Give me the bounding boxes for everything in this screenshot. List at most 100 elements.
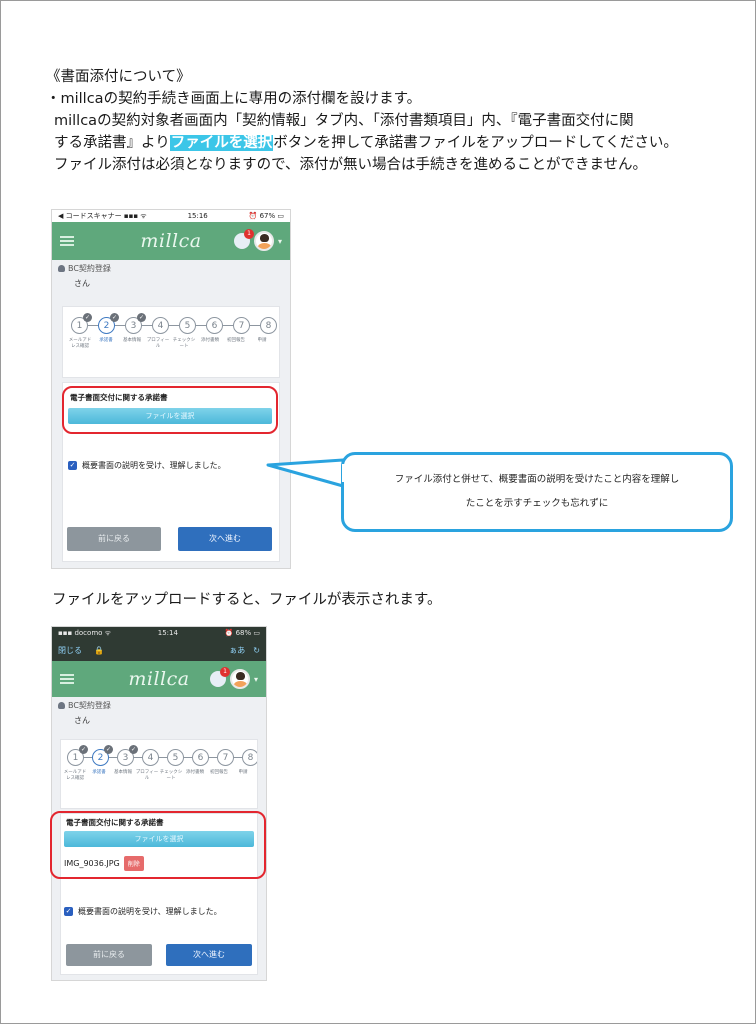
step-connector (115, 324, 125, 327)
callout-box: ファイル添付と併せて、概要書面の説明を受けたこと内容を理解し たことを示すチェッ… (341, 452, 733, 532)
notification-icon[interactable]: 1 (209, 667, 230, 687)
highlight-frame-2 (50, 811, 266, 879)
menu-icon[interactable] (60, 674, 74, 684)
check-icon: ✓ (104, 745, 113, 754)
step-connector (84, 756, 92, 759)
step-connector (134, 756, 142, 759)
phone-screenshot-2: ▪▪▪ docomo ᯤ 15:14 ⏰ 68% ▭ 閉じる 🔒 ぁあ ↻ mi… (52, 627, 266, 980)
user-icon (58, 265, 65, 272)
consent-label: 概要書面の説明を受け、理解しました。 (82, 461, 226, 470)
back-button[interactable]: 前に戻る (67, 527, 161, 551)
callout-line-1: ファイル添付と併せて、概要書面の説明を受けたこと内容を理解し (394, 474, 680, 485)
lock-icon: 🔒 (94, 645, 104, 655)
avatar[interactable] (229, 669, 250, 689)
step-label-6: 添付書類 (201, 338, 219, 343)
step-connector (88, 324, 98, 327)
status-right: ⏰ 67% ▭ (248, 212, 284, 220)
step-6: 6 (192, 749, 209, 766)
step-connector (250, 324, 260, 327)
step-2: 2 ✓ (92, 745, 113, 766)
browser-bar: 閉じる 🔒 ぁあ ↻ (52, 639, 266, 661)
step-label-4: プロフィール (146, 338, 170, 349)
intro-line-3-after: ボタンを押して承諾書ファイルをアップロードしてください。 (273, 135, 678, 151)
intro-line-4: ファイル添付は必須となりますので、添付が無い場合は手続きを進めることができません… (54, 157, 648, 173)
section-title: BC契約登録 (68, 264, 111, 273)
step-3: 3 ✓ (117, 745, 138, 766)
app-bar: millca 1 ▾ (52, 222, 290, 260)
brand-logo: millca (140, 230, 202, 252)
step-connector (184, 756, 192, 759)
step-8: 8 (242, 749, 257, 766)
user-icon (58, 702, 65, 709)
step-label-3: 基本情報 (114, 770, 132, 775)
step-label-5: チェックシート (159, 770, 183, 781)
highlight-frame-1 (62, 386, 278, 434)
chevron-down-icon[interactable]: ▾ (254, 675, 258, 684)
step-5: 5 (167, 749, 184, 766)
check-icon: ✓ (129, 745, 138, 754)
reload-icon[interactable]: ↻ (253, 646, 260, 655)
intro-line-2: millcaの契約対象者画面内「契約情報」タブ内、「添付書類項目」内、『電子書面… (54, 113, 634, 129)
step-connector (209, 756, 217, 759)
section-header: BC契約登録 (52, 260, 290, 276)
step-connector (142, 324, 152, 327)
next-button[interactable]: 次へ進む (178, 527, 272, 551)
status-left: ▪▪▪ docomo ᯤ (58, 628, 112, 637)
check-icon: ✓ (79, 745, 88, 754)
back-button[interactable]: 前に戻る (66, 944, 152, 966)
step-connector (223, 324, 233, 327)
step-label-6: 添付書類 (186, 770, 204, 775)
consent-checkbox[interactable]: ✓ (68, 461, 77, 470)
step-4: 4 (152, 317, 169, 334)
step-8: 8 (260, 317, 277, 334)
step-connector (159, 756, 167, 759)
intro-line-3-before: する承諾書』より (54, 135, 170, 151)
consent-check-row[interactable]: ✓ 概要書面の説明を受け、理解しました。 (64, 906, 222, 917)
intro-line-1: ・millcaの契約手続き画面上に専用の添付欄を設けます。 (46, 91, 422, 107)
section-header: BC契約登録 (52, 697, 266, 713)
next-button[interactable]: 次へ進む (166, 944, 252, 966)
callout-joint (342, 464, 347, 482)
browser-close-button[interactable]: 閉じる (58, 645, 82, 656)
step-label-8: 申請 (238, 770, 248, 775)
step-connector (234, 756, 242, 759)
consent-check-row[interactable]: ✓ 概要書面の説明を受け、理解しました。 (68, 460, 226, 471)
status-bar: ◀ コードスキャナー ▪▪▪ ᯤ 15:16 ⏰ 67% ▭ (52, 210, 290, 222)
user-name: さん (74, 716, 90, 725)
steps-card: 1 ✓ 2 ✓ 3 ✓ 4 5 6 7 8 メールアドレス確認 承諾書 基本情報 プロ… (60, 739, 258, 809)
intro-text: 《書面添付について》 ・millcaの契約手続き画面上に専用の添付欄を設けます。… (46, 66, 736, 176)
step-label-2: 承諾書 (92, 770, 106, 775)
step-3: 3 ✓ (125, 313, 146, 334)
step-label-4: プロフィール (135, 770, 159, 781)
highlight-file-select: ファイルを選択 (169, 135, 274, 151)
notification-badge: 1 (219, 667, 230, 677)
chevron-down-icon[interactable]: ▾ (278, 237, 282, 246)
check-icon: ✓ (137, 313, 146, 322)
notification-icon[interactable]: 1 (233, 229, 254, 249)
step-6: 6 (206, 317, 223, 334)
step-indicator: 1 ✓ 2 ✓ 3 ✓ 4 5 6 7 8 (61, 745, 257, 766)
menu-icon[interactable] (60, 236, 74, 246)
step-5: 5 (179, 317, 196, 334)
check-icon: ✓ (83, 313, 92, 322)
step-label-1: メールアドレス確認 (68, 338, 92, 349)
step-indicator: 1 ✓ 2 ✓ 3 ✓ 4 5 6 7 8 (63, 313, 279, 334)
step-label-3: 基本情報 (123, 338, 141, 343)
text-size-button[interactable]: ぁあ (229, 645, 245, 656)
step-label-7: 初回報告 (227, 338, 245, 343)
step-labels: メールアドレス確認 承諾書 基本情報 プロフィール チェックシート 添付書類 初… (61, 770, 257, 782)
consent-checkbox[interactable]: ✓ (64, 907, 73, 916)
status-right: ⏰ 68% ▭ (224, 629, 260, 637)
avatar[interactable] (253, 231, 274, 251)
step-connector (169, 324, 179, 327)
consent-label: 概要書面の説明を受け、理解しました。 (78, 907, 222, 916)
step-7: 7 (217, 749, 234, 766)
notification-badge: 1 (243, 229, 254, 239)
step-labels: メールアドレス確認 承諾書 基本情報 プロフィール チェックシート 添付書類 初… (63, 338, 279, 350)
check-icon: ✓ (110, 313, 119, 322)
step-label-7: 初回報告 (210, 770, 228, 775)
step-label-2: 承諾書 (99, 338, 113, 343)
steps-card: 1 ✓ 2 ✓ 3 ✓ 4 5 6 7 8 メールアドレス確認 承諾書 基本情報 プロ… (62, 306, 280, 378)
section-title: BC契約登録 (68, 701, 111, 710)
user-name: さん (74, 279, 90, 288)
